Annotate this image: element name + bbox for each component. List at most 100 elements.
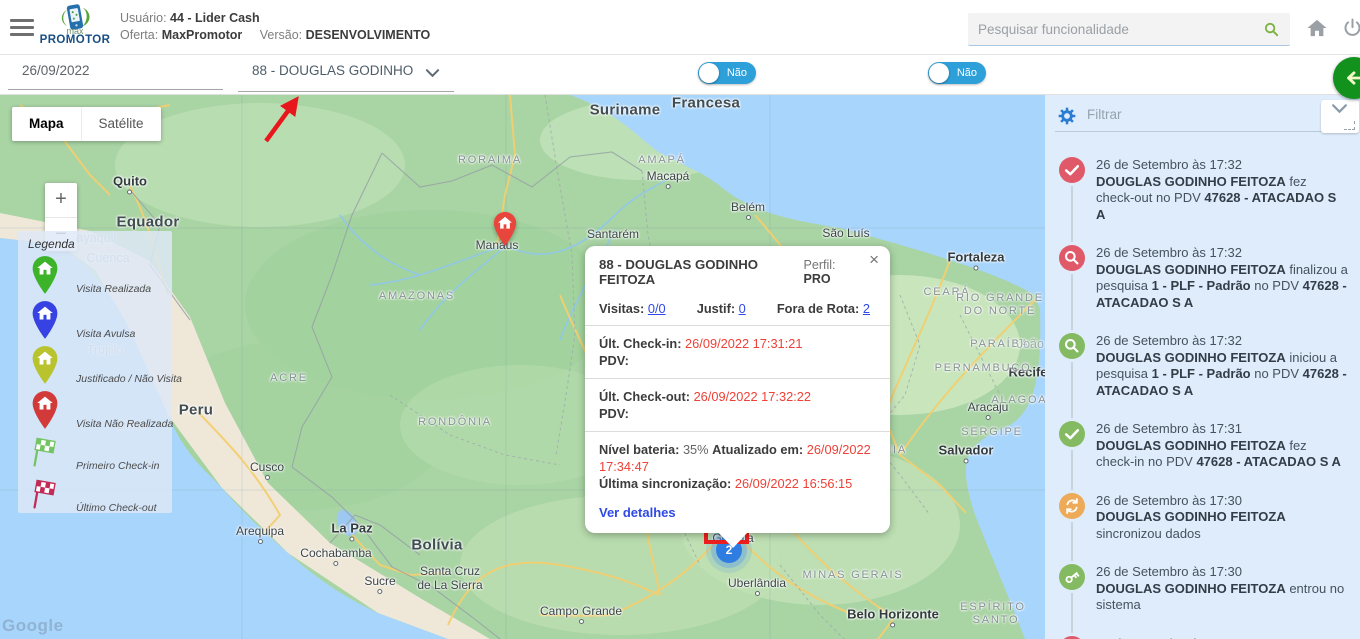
- pin-icon: [30, 390, 60, 430]
- date-field[interactable]: 26/09/2022: [8, 63, 223, 78]
- visit-not-done-marker[interactable]: [492, 211, 518, 247]
- map-label: PERNAMBUCO: [935, 362, 1032, 374]
- version-value: DESENVOLVIMENTO: [306, 28, 431, 42]
- battery-value: 35%: [683, 442, 709, 457]
- flag-icon: [30, 435, 62, 469]
- offer-value: MaxPromotor: [162, 28, 243, 42]
- map-type-map-button[interactable]: Mapa: [12, 107, 81, 141]
- map-label: AMAPÁ: [638, 154, 686, 166]
- timeline-item: 26 de Setembro às 17:32DOUGLAS GODINHO F…: [1059, 245, 1351, 311]
- user-value: 44 - Lider Cash: [170, 11, 260, 25]
- timeline-item: 26 de Setembro às 17:31DOUGLAS GODINHO F…: [1059, 421, 1351, 471]
- search-icon: [1059, 245, 1085, 271]
- legend-item-label: Visita Realizada: [76, 283, 151, 295]
- timeline-text: DOUGLAS GODINHO FEITOZA entrou no sistem…: [1096, 581, 1348, 614]
- sync-icon: [1059, 493, 1085, 519]
- legend-item-label: Justificado / Não Visita: [76, 373, 182, 385]
- map-label: Campo Grande: [540, 604, 622, 624]
- timeline-time: 26 de Setembro às 17:32: [1096, 333, 1348, 350]
- legend-item: Visita Não Realizada: [26, 388, 164, 433]
- map-type-control: Mapa Satélite: [12, 107, 161, 141]
- menu-button[interactable]: [10, 19, 34, 37]
- promoter-dropdown-value: 88 - DOUGLAS GODINHO: [252, 63, 413, 78]
- map-type-satellite-button[interactable]: Satélite: [81, 107, 161, 141]
- popup-stat-link[interactable]: 0/0: [648, 301, 666, 316]
- legend-item: Justificado / Não Visita: [26, 343, 164, 388]
- map-label: ALAGOAS: [991, 394, 1045, 406]
- map-label: ACRE: [270, 372, 308, 384]
- map-label: Cusco: [250, 460, 284, 480]
- toggle-switch-1[interactable]: Não: [698, 62, 756, 84]
- search-icon[interactable]: [1263, 21, 1280, 38]
- map-label: Santarém: [587, 227, 639, 241]
- sync-value: 26/09/2022 16:56:15: [735, 476, 852, 491]
- key-icon: [1059, 564, 1085, 590]
- pdv-row: PDV:: [599, 352, 876, 369]
- refresh-button[interactable]: [1333, 57, 1360, 99]
- map-label: Fortaleza: [947, 250, 1004, 271]
- timeline-time: 26 de Setembro às 17:30: [1096, 564, 1348, 581]
- timeline-text: DOUGLAS GODINHO FEITOZA fez check-out no…: [1096, 174, 1348, 224]
- map-label: Francesa: [672, 95, 740, 112]
- close-icon[interactable]: ×: [867, 249, 881, 270]
- legend-item-label: Visita Avulsa: [76, 328, 135, 340]
- last-checkin-value: 26/09/2022 17:31:21: [685, 336, 802, 351]
- search-icon: [1059, 333, 1085, 359]
- legend-item: Visita Avulsa: [26, 298, 164, 343]
- gear-icon[interactable]: [1057, 106, 1077, 126]
- check-icon: [1059, 157, 1085, 183]
- map-label: Suriname: [590, 102, 661, 119]
- maxpromotor-logo: max PROMOTOR: [36, 2, 114, 46]
- feed-collapse-button[interactable]: [1321, 100, 1359, 133]
- home-button[interactable]: [1306, 18, 1328, 41]
- home-icon: [1306, 18, 1328, 38]
- map-label: Santa Cruz: [420, 564, 480, 578]
- promoter-dropdown[interactable]: 88 - DOUGLAS GODINHO: [238, 63, 454, 78]
- popup-stat: Justif: 0: [697, 301, 746, 316]
- promoter-info-popup: × 88 - DOUGLAS GODINHO FEITOZA Perfil: P…: [585, 246, 890, 533]
- map[interactable]: ColômbiaSurinameFrancesaEquadorPeruBolív…: [0, 95, 1045, 639]
- legend-item-label: Primeiro Check-in: [76, 460, 159, 472]
- pdv-row: PDV:: [599, 405, 876, 422]
- chevron-down-icon: [425, 68, 440, 78]
- timeline-time: 26 de Setembro às 17:32: [1096, 157, 1348, 174]
- map-label: Bolívia: [411, 537, 462, 554]
- user-label: Usuário:: [120, 11, 167, 25]
- map-label: RIO GRANDE: [956, 292, 1044, 304]
- last-checkout-value: 26/09/2022 17:32:22: [694, 389, 811, 404]
- map-label: São Luís: [822, 226, 869, 240]
- app-header: max PROMOTOR Usuário: 44 - Lider Cash Of…: [0, 0, 1360, 55]
- map-label: Salvador: [939, 443, 994, 464]
- timeline-time: 26 de Setembro às 17:32: [1096, 245, 1348, 262]
- pin-icon: [30, 255, 60, 295]
- profile-badge: Perfil: PRO: [804, 258, 862, 286]
- filter-input[interactable]: Filtrar: [1087, 107, 1122, 122]
- view-details-link[interactable]: Ver detalhes: [599, 505, 876, 520]
- map-label: Macapá: [647, 169, 690, 189]
- map-label: RORAIMA: [458, 154, 522, 166]
- popup-stat-link[interactable]: 0: [739, 301, 746, 316]
- sync-row: Última sincronização: 26/09/2022 16:56:1…: [599, 475, 876, 492]
- popup-stat-link[interactable]: 2: [863, 301, 870, 316]
- timeline-time: 26 de Setembro às 17:30: [1096, 493, 1348, 510]
- google-logo: Google: [2, 616, 64, 636]
- session-info: Usuário: 44 - Lider Cash Oferta: MaxProm…: [120, 10, 430, 44]
- map-label: SANTO: [973, 614, 1020, 626]
- map-label: Cochabamba: [300, 546, 371, 566]
- timeline-item: 26 de Setembro às 17:30DOUGLAS GODINHO F…: [1059, 493, 1351, 543]
- map-legend: Legenda Visita RealizadaVisita AvulsaJus…: [18, 231, 172, 513]
- timeline-item: 26 de Setembro às 17:30: [1059, 636, 1351, 639]
- timeline-item: 26 de Setembro às 17:30DOUGLAS GODINHO F…: [1059, 564, 1351, 614]
- map-label: Uberlândia: [728, 576, 786, 596]
- map-label: RONDÔNIA: [418, 416, 492, 428]
- legend-item-label: Visita Não Realizada: [76, 418, 173, 430]
- last-checkout-row: Últ. Check-out: 26/09/2022 17:32:22: [599, 388, 876, 405]
- chevron-down-icon: [1331, 103, 1348, 114]
- logout-button[interactable]: [1342, 17, 1360, 42]
- zoom-in-button[interactable]: +: [45, 183, 77, 217]
- map-label: Belo Horizonte: [847, 607, 939, 628]
- popup-title: 88 - DOUGLAS GODINHO FEITOZA: [599, 257, 804, 287]
- legend-item: Visita Realizada: [26, 253, 164, 298]
- toggle-switch-2[interactable]: Não: [928, 62, 986, 84]
- search-input[interactable]: [968, 13, 1290, 45]
